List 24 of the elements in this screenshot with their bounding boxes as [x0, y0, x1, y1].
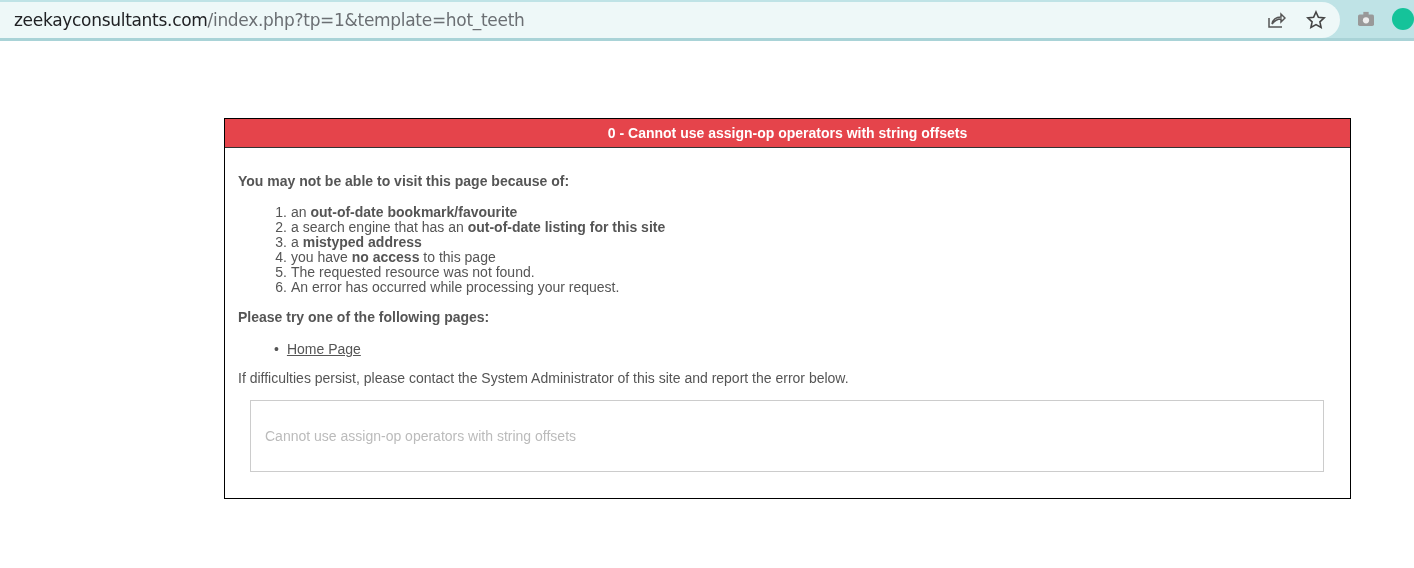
home-page-link[interactable]: Home Page [286, 341, 361, 357]
reason-text: an out-of-date bookmark/favourite [291, 205, 518, 220]
list-number: 5. [274, 265, 287, 280]
url-path: /index.php?tp=1&template=hot_teeth [207, 10, 525, 30]
try-heading: Please try one of the following pages: [238, 309, 491, 325]
bullet: • [274, 341, 279, 357]
share-icon[interactable] [1266, 10, 1286, 30]
list-number: 6. [274, 280, 287, 295]
reason-text: a search engine that has an out-of-date listing for this site [291, 220, 666, 235]
error-message-box: Cannot use assign-op operators with string offsets [250, 400, 1324, 472]
intro-text: You may not be able to visit this page because of: [238, 173, 571, 189]
reason-text: An error has occurred while processing your request. [291, 280, 620, 295]
list-number: 3. [274, 235, 287, 250]
list-number: 4. [274, 250, 287, 265]
url-host: zeekayconsultants.com [14, 10, 208, 30]
list-number: 1. [274, 205, 287, 220]
star-icon[interactable] [1306, 10, 1326, 30]
reason-text: The requested resource was not found. [291, 265, 535, 280]
contact-text: If difficulties persist, please contact the System Administrator of this site and report the error below. [238, 370, 850, 386]
address-bar[interactable]: zeekayconsultants.com/index.php?tp=1&template=hot_teeth [0, 2, 1340, 38]
error-title: 0 - Cannot use assign-op operators with string offsets [225, 119, 1350, 148]
reason-text: a mistyped address [291, 235, 422, 250]
list-number: 2. [274, 220, 287, 235]
reason-text: you have no access to this page [291, 250, 496, 265]
